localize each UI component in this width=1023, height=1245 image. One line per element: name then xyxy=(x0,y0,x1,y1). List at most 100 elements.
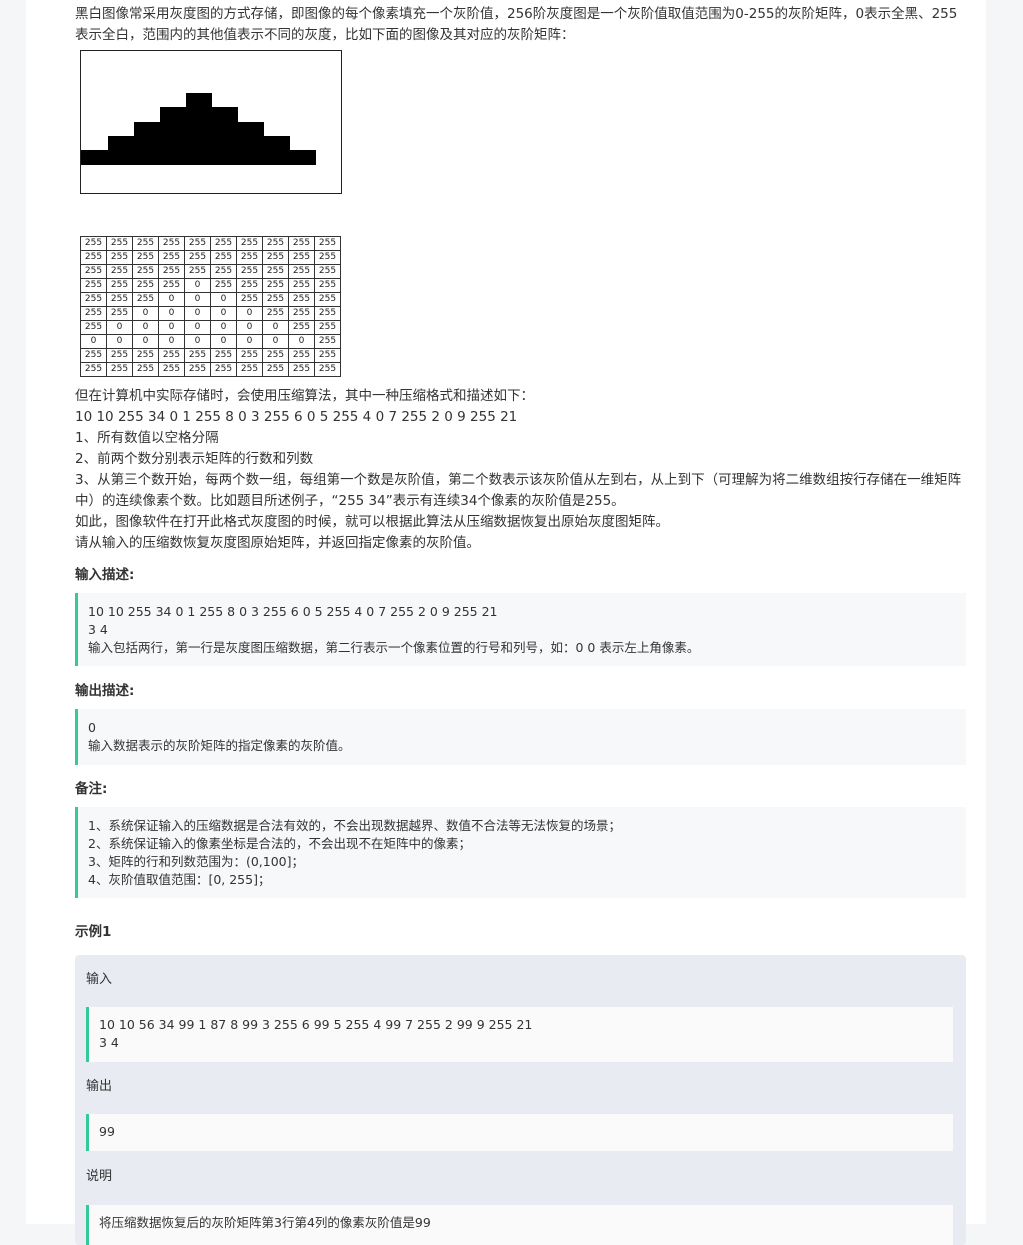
matrix-cell: 255 xyxy=(288,320,315,335)
matrix-cell: 255 xyxy=(314,348,341,363)
matrix-cell: 255 xyxy=(236,292,263,307)
example-explain-line: 将压缩数据恢复后的灰阶矩阵第3行第4列的像素灰阶值是99 xyxy=(99,1215,431,1230)
matrix-row: 255 0 0 0 0 0 0 0 255 255 xyxy=(80,320,341,335)
matrix-row: 255 255 255 255 255 255 255 255 255 255 xyxy=(80,250,341,265)
matrix-cell: 0 xyxy=(210,306,237,321)
matrix-cell: 0 xyxy=(132,306,159,321)
matrix-cell: 255 xyxy=(106,306,133,321)
matrix-cell: 255 xyxy=(314,278,341,293)
matrix-cell: 255 xyxy=(236,250,263,265)
matrix-cell: 255 xyxy=(158,250,185,265)
desc-line: 10 10 255 34 0 1 255 8 0 3 255 6 0 5 255… xyxy=(75,409,518,425)
matrix-cell: 255 xyxy=(288,306,315,321)
matrix-cell: 255 xyxy=(184,362,211,377)
matrix-cell: 0 xyxy=(132,320,159,335)
output-desc-line: 0 xyxy=(88,720,96,735)
matrix-cell: 255 xyxy=(210,264,237,279)
matrix-cell: 255 xyxy=(288,236,315,251)
notes-title: 备注: xyxy=(75,781,108,797)
matrix-cell: 0 xyxy=(236,320,263,335)
note-line: 4、灰阶值取值范围：[0, 255]； xyxy=(88,872,271,887)
matrix-cell: 255 xyxy=(106,278,133,293)
input-desc-title: 输入描述: xyxy=(75,567,135,583)
desc-line: 1、所有数值以空格分隔 xyxy=(75,430,219,446)
matrix-cell: 0 xyxy=(106,320,133,335)
matrix-cell: 255 xyxy=(106,362,133,377)
example-output-block: 99 xyxy=(86,1114,953,1151)
matrix-cell: 255 xyxy=(132,348,159,363)
matrix-cell: 0 xyxy=(132,334,159,349)
matrix-cell: 255 xyxy=(80,362,107,377)
matrix-cell: 255 xyxy=(106,292,133,307)
gray-matrix: 255 255 255 255 255 255 255 255 255 255 255 255 255 2… xyxy=(80,236,341,377)
matrix-row: 255 255 255 255 255 255 255 255 255 255 xyxy=(80,348,341,363)
problem-page: 黑白图像常采用灰度图的方式存储，即图像的每个像素填充一个灰阶值，256阶灰度图是… xyxy=(26,0,986,1245)
matrix-cell: 0 xyxy=(184,334,211,349)
matrix-row: 255 255 255 0 0 0 255 255 255 255 xyxy=(80,292,341,307)
grayscale-image xyxy=(80,50,342,194)
input-desc-line: 10 10 255 34 0 1 255 8 0 3 255 6 0 5 255… xyxy=(88,604,498,619)
example-input-line: 10 10 56 34 99 1 87 8 99 3 255 6 99 5 25… xyxy=(99,1017,533,1032)
matrix-cell: 255 xyxy=(262,362,289,377)
note-line: 1、系统保证输入的压缩数据是合法有效的，不会出现数据越界、数值不合法等无法恢复的… xyxy=(88,818,621,833)
matrix-cell: 255 xyxy=(158,264,185,279)
example-output-label: 输出 xyxy=(86,1079,113,1094)
matrix-cell: 255 xyxy=(158,348,185,363)
matrix-row: 255 255 255 255 255 255 255 255 255 255 xyxy=(80,236,341,251)
example-explain-label: 说明 xyxy=(86,1169,113,1184)
matrix-cell: 0 xyxy=(184,292,211,307)
matrix-cell: 0 xyxy=(158,334,185,349)
matrix-cell: 255 xyxy=(210,362,237,377)
input-desc-line: 输入包括两行，第一行是灰度图压缩数据，第二行表示一个像素位置的行号和列号，如：0… xyxy=(88,640,700,655)
matrix-cell: 255 xyxy=(132,362,159,377)
matrix-row: 255 255 255 255 255 255 255 255 255 255 xyxy=(80,264,341,279)
example-panel: 输入 10 10 56 34 99 1 87 8 99 3 255 6 99 5… xyxy=(75,955,966,1245)
matrix-cell: 255 xyxy=(158,362,185,377)
matrix-cell: 255 xyxy=(288,292,315,307)
matrix-row: 255 255 255 255 0 255 255 255 255 255 xyxy=(80,278,341,293)
matrix-cell: 255 xyxy=(262,348,289,363)
note-line: 3、矩阵的行和列数范围为：(0,100]； xyxy=(88,854,304,869)
desc-line: 如此，图像软件在打开此格式灰度图的时候，就可以根据此算法从压缩数据恢复出原始灰度… xyxy=(75,514,669,530)
matrix-cell: 255 xyxy=(236,264,263,279)
matrix-row: 255 255 255 255 255 255 255 255 255 255 xyxy=(80,362,341,377)
example-input-block: 10 10 56 34 99 1 87 8 99 3 255 6 99 5 25… xyxy=(86,1007,953,1062)
matrix-cell: 255 xyxy=(158,236,185,251)
matrix-cell: 255 xyxy=(184,250,211,265)
matrix-cell: 255 xyxy=(80,264,107,279)
matrix-cell: 255 xyxy=(314,334,341,349)
matrix-cell: 255 xyxy=(288,362,315,377)
example-input-line: 3 4 xyxy=(99,1035,119,1050)
matrix-cell: 255 xyxy=(158,278,185,293)
desc-line: 3、从第三个数开始，每两个数一组，每组第一个数是灰阶值，第二个数表示该灰阶值从左… xyxy=(75,472,962,509)
matrix-cell: 0 xyxy=(210,334,237,349)
matrix-cell: 255 xyxy=(210,236,237,251)
matrix-cell: 0 xyxy=(236,334,263,349)
matrix-cell: 0 xyxy=(184,320,211,335)
matrix-cell: 255 xyxy=(106,348,133,363)
matrix-cell: 255 xyxy=(288,264,315,279)
matrix-cell: 255 xyxy=(106,236,133,251)
intro-text: 黑白图像常采用灰度图的方式存储，即图像的每个像素填充一个灰阶值，256阶灰度图是… xyxy=(75,6,958,43)
matrix-cell: 255 xyxy=(80,320,107,335)
matrix-cell: 255 xyxy=(288,278,315,293)
matrix-cell: 255 xyxy=(80,250,107,265)
desc-line: 请从输入的压缩数恢复灰度图原始矩阵，并返回指定像素的灰阶值。 xyxy=(75,535,480,551)
matrix-cell: 255 xyxy=(262,264,289,279)
matrix-cell: 0 xyxy=(236,306,263,321)
example-output-line: 99 xyxy=(99,1124,115,1139)
matrix-cell: 255 xyxy=(288,348,315,363)
matrix-cell: 255 xyxy=(80,348,107,363)
matrix-cell: 0 xyxy=(184,278,211,293)
matrix-cell: 255 xyxy=(262,250,289,265)
matrix-cell: 255 xyxy=(80,278,107,293)
matrix-cell: 255 xyxy=(314,264,341,279)
matrix-cell: 255 xyxy=(314,250,341,265)
matrix-cell: 255 xyxy=(262,292,289,307)
matrix-cell: 255 xyxy=(210,348,237,363)
note-line: 2、系统保证输入的像素坐标是合法的，不会出现不在矩阵中的像素； xyxy=(88,836,471,851)
matrix-cell: 255 xyxy=(132,236,159,251)
notes-block: 1、系统保证输入的压缩数据是合法有效的，不会出现数据越界、数值不合法等无法恢复的… xyxy=(75,807,966,898)
matrix-cell: 0 xyxy=(184,306,211,321)
matrix-cell: 255 xyxy=(236,362,263,377)
